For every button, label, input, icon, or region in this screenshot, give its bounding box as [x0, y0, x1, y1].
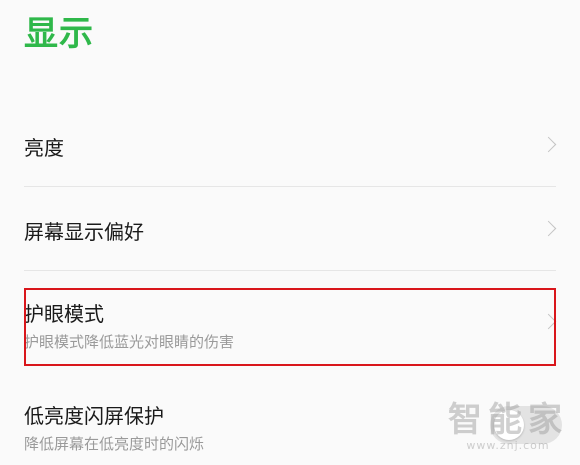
settings-item-brightness[interactable]: 亮度 [24, 132, 557, 162]
toggle-knob [494, 410, 524, 440]
settings-item-low-brightness-flicker[interactable]: 低亮度闪屏保护 降低屏幕在低亮度时的闪烁 [24, 400, 556, 456]
settings-item-label: 屏幕显示偏好 [24, 220, 144, 244]
settings-item-subtitle: 降低屏幕在低亮度时的闪烁 [24, 435, 205, 453]
page-title: 显示 [24, 14, 94, 54]
flicker-protection-toggle[interactable] [490, 406, 562, 444]
settings-item-label: 低亮度闪屏保护 [24, 404, 164, 428]
highlight-box [24, 288, 556, 366]
settings-item-display-preference[interactable]: 屏幕显示偏好 [24, 216, 557, 246]
divider [24, 270, 556, 271]
divider [24, 186, 556, 187]
settings-item-label: 亮度 [24, 136, 64, 160]
